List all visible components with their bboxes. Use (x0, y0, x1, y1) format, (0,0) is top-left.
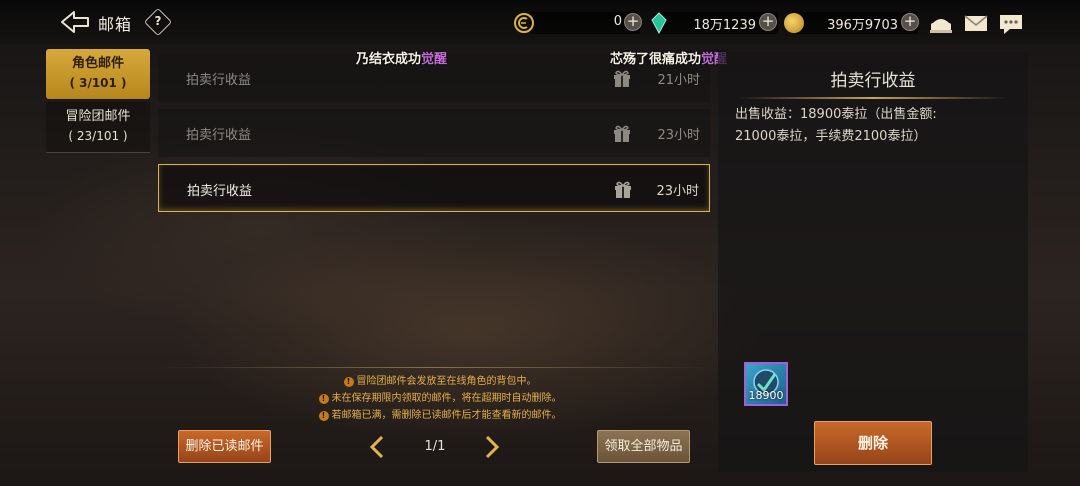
mail-title: 拍卖行收益 (186, 128, 252, 143)
gold-coin-icon (784, 13, 804, 33)
detail-title: 拍卖行收益 (830, 71, 916, 91)
mail-item-selected[interactable]: 拍卖行收益 23小时 (158, 164, 710, 212)
gift-icon (612, 123, 632, 143)
tip-line: ! 未在保存期限内领取的邮件，将在超期时自动删除。 (240, 389, 640, 404)
claim-all-button[interactable]: 领取全部物品 (597, 430, 690, 463)
mail-icon[interactable] (963, 10, 989, 36)
tab-character-mail-count: ( 3/101 ) (69, 76, 127, 90)
currency-c-plus-button[interactable]: + (624, 13, 642, 31)
next-page-icon[interactable] (484, 434, 500, 460)
tab-adventure-team-mail-label: 冒险团邮件 (65, 109, 131, 124)
gem-value: 18万1239 (693, 18, 756, 33)
gift-icon (612, 68, 632, 88)
mail-time: 23小时 (657, 128, 700, 143)
gold-value: 396万9703 (827, 18, 898, 33)
mail-time: 23小时 (656, 184, 699, 199)
attachment-item-quantity: 18900 (748, 389, 784, 402)
currency-c-value: 0 (613, 14, 622, 29)
tab-character-mail[interactable]: 角色邮件 ( 3/101 ) (46, 49, 150, 99)
tab-adventure-team-mail-count: ( 23/101 ) (68, 129, 128, 143)
broadcast-notice: 芯殇了很痛成功觉醒 (610, 52, 728, 67)
page-indicator: 1/1 (424, 439, 446, 454)
broadcast-notice: 乃结衣成功觉醒 (356, 52, 448, 67)
chat-icon[interactable] (998, 10, 1024, 36)
prev-page-icon[interactable] (369, 434, 385, 460)
c-coin-icon (514, 13, 534, 33)
detail-body: 出售收益：18900泰拉（出售金额: 21000泰拉，手续费2100泰拉） (735, 107, 937, 144)
tab-adventure-team-mail[interactable]: 冒险团邮件 ( 23/101 ) (46, 102, 150, 152)
gift-icon (613, 179, 633, 199)
gem-plus-button[interactable]: + (759, 13, 777, 31)
delete-button[interactable]: 删除 (814, 421, 932, 465)
delete-read-button[interactable]: 删除已读邮件 (178, 430, 271, 463)
shop-cake-icon[interactable] (928, 10, 954, 36)
detail-title-divider (738, 97, 1008, 99)
gem-icon (650, 12, 668, 35)
tab-divider (46, 152, 150, 153)
mail-time: 21小时 (657, 73, 700, 88)
mail-title: 拍卖行收益 (186, 73, 252, 88)
mail-title: 拍卖行收益 (187, 184, 253, 199)
tab-character-mail-label: 角色邮件 (71, 56, 124, 71)
tips-divider (158, 367, 710, 368)
mail-item[interactable]: 拍卖行收益 23小时 (158, 109, 710, 157)
gold-plus-button[interactable]: + (901, 13, 919, 31)
page-title: 邮箱 (98, 15, 133, 34)
tip-line: ! 若邮箱已满，需删除已读邮件后才能查看新的邮件。 (240, 406, 640, 421)
tip-line: ! 冒险团邮件会发放至在线角色的背包中。 (240, 372, 640, 387)
back-arrow-icon[interactable] (60, 9, 90, 35)
